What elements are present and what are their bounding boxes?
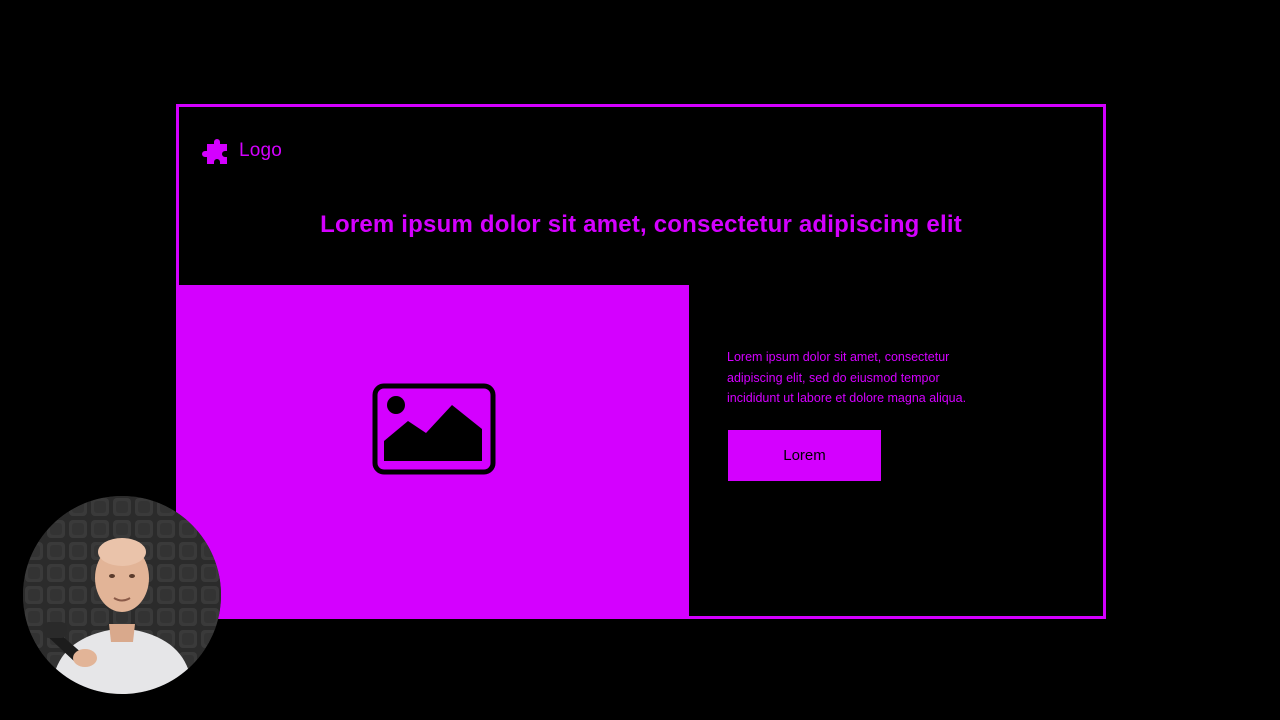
image-placeholder-icon — [372, 383, 496, 475]
logo-text: Logo — [239, 140, 283, 161]
puzzle-piece-icon — [202, 139, 227, 164]
image-placeholder-panel — [179, 285, 689, 616]
headline: Lorem ipsum dolor sit amet, consectetur … — [320, 211, 962, 238]
body-text-line: adipiscing elit, sed do eiusmod tempor — [727, 370, 940, 385]
body-text-line: Lorem ipsum dolor sit amet, consectetur — [727, 350, 950, 364]
slide-frame: Logo Lorem ipsum dolor sit amet, consect… — [176, 104, 1106, 619]
body-text-line: incididunt ut labore et dolore magna ali… — [727, 391, 967, 405]
video-stage: Logo Lorem ipsum dolor sit amet, consect… — [0, 0, 1280, 720]
body-text: Lorem ipsum dolor sit amet, consectetur … — [727, 347, 1037, 409]
logo: Logo — [201, 135, 282, 167]
presenter-webcam — [23, 496, 221, 694]
lorem-button[interactable]: Lorem — [728, 430, 881, 481]
presenter-avatar — [23, 496, 221, 694]
